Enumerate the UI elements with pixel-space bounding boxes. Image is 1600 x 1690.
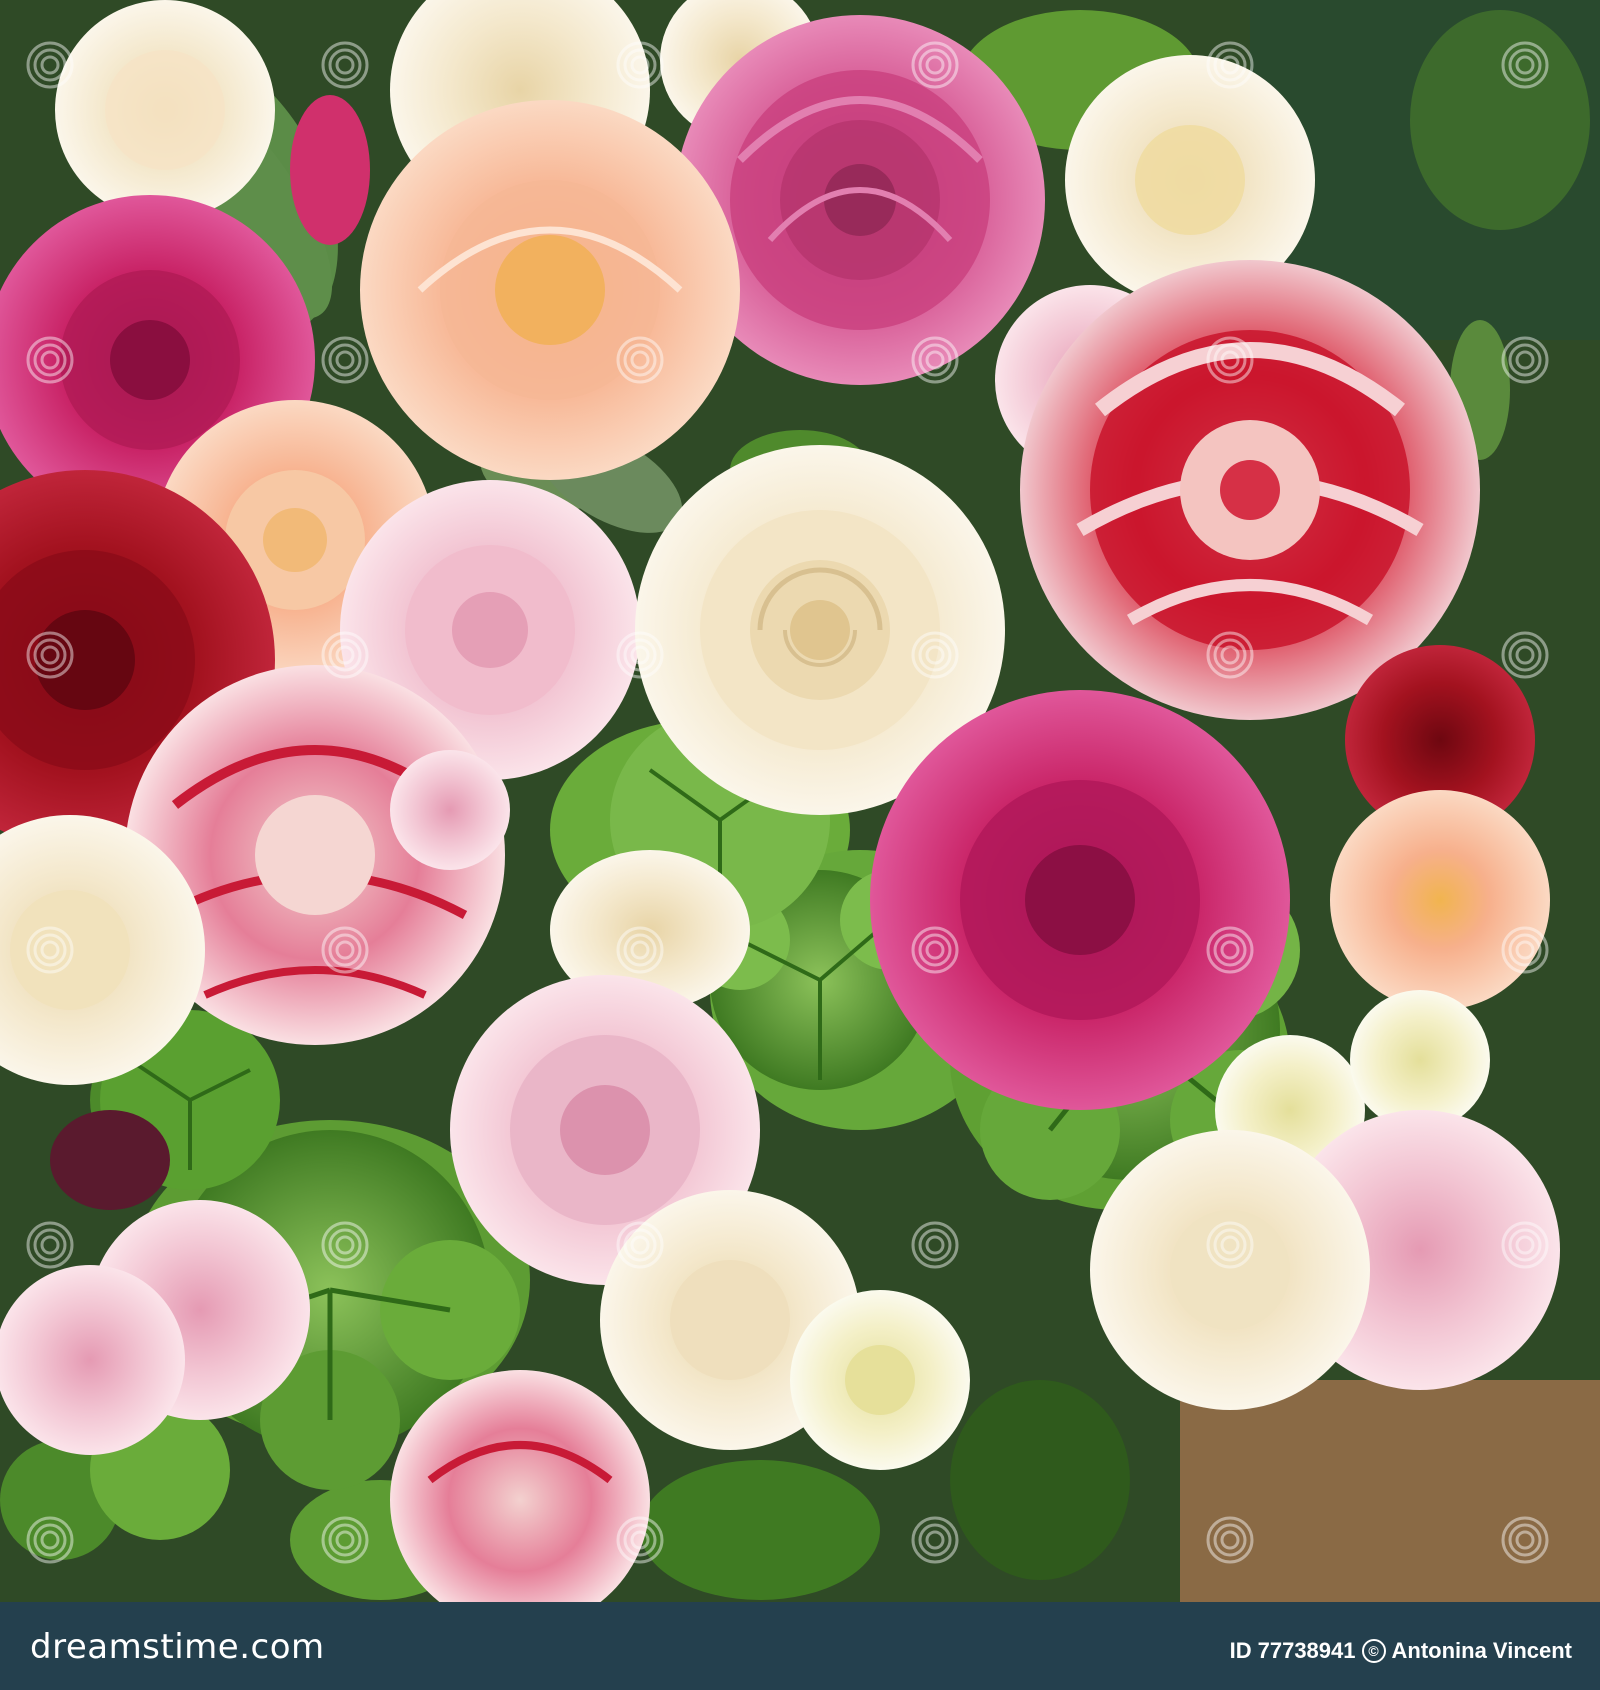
c-circle-icon: © — [1361, 1639, 1386, 1663]
rose-bouquet-photo — [0, 0, 1600, 1602]
image-credit: ID 77738941 © Antonina Vincent — [1230, 1638, 1572, 1664]
watermark-site-text: dreamstime.com — [30, 1627, 325, 1667]
watermark-footer: dreamstime.com ID 77738941 © Antonina Vi… — [0, 1602, 1600, 1690]
id-label: ID — [1229, 1638, 1252, 1663]
image-id: 77738941 — [1257, 1638, 1356, 1663]
author-name: Antonina Vincent — [1391, 1638, 1573, 1663]
